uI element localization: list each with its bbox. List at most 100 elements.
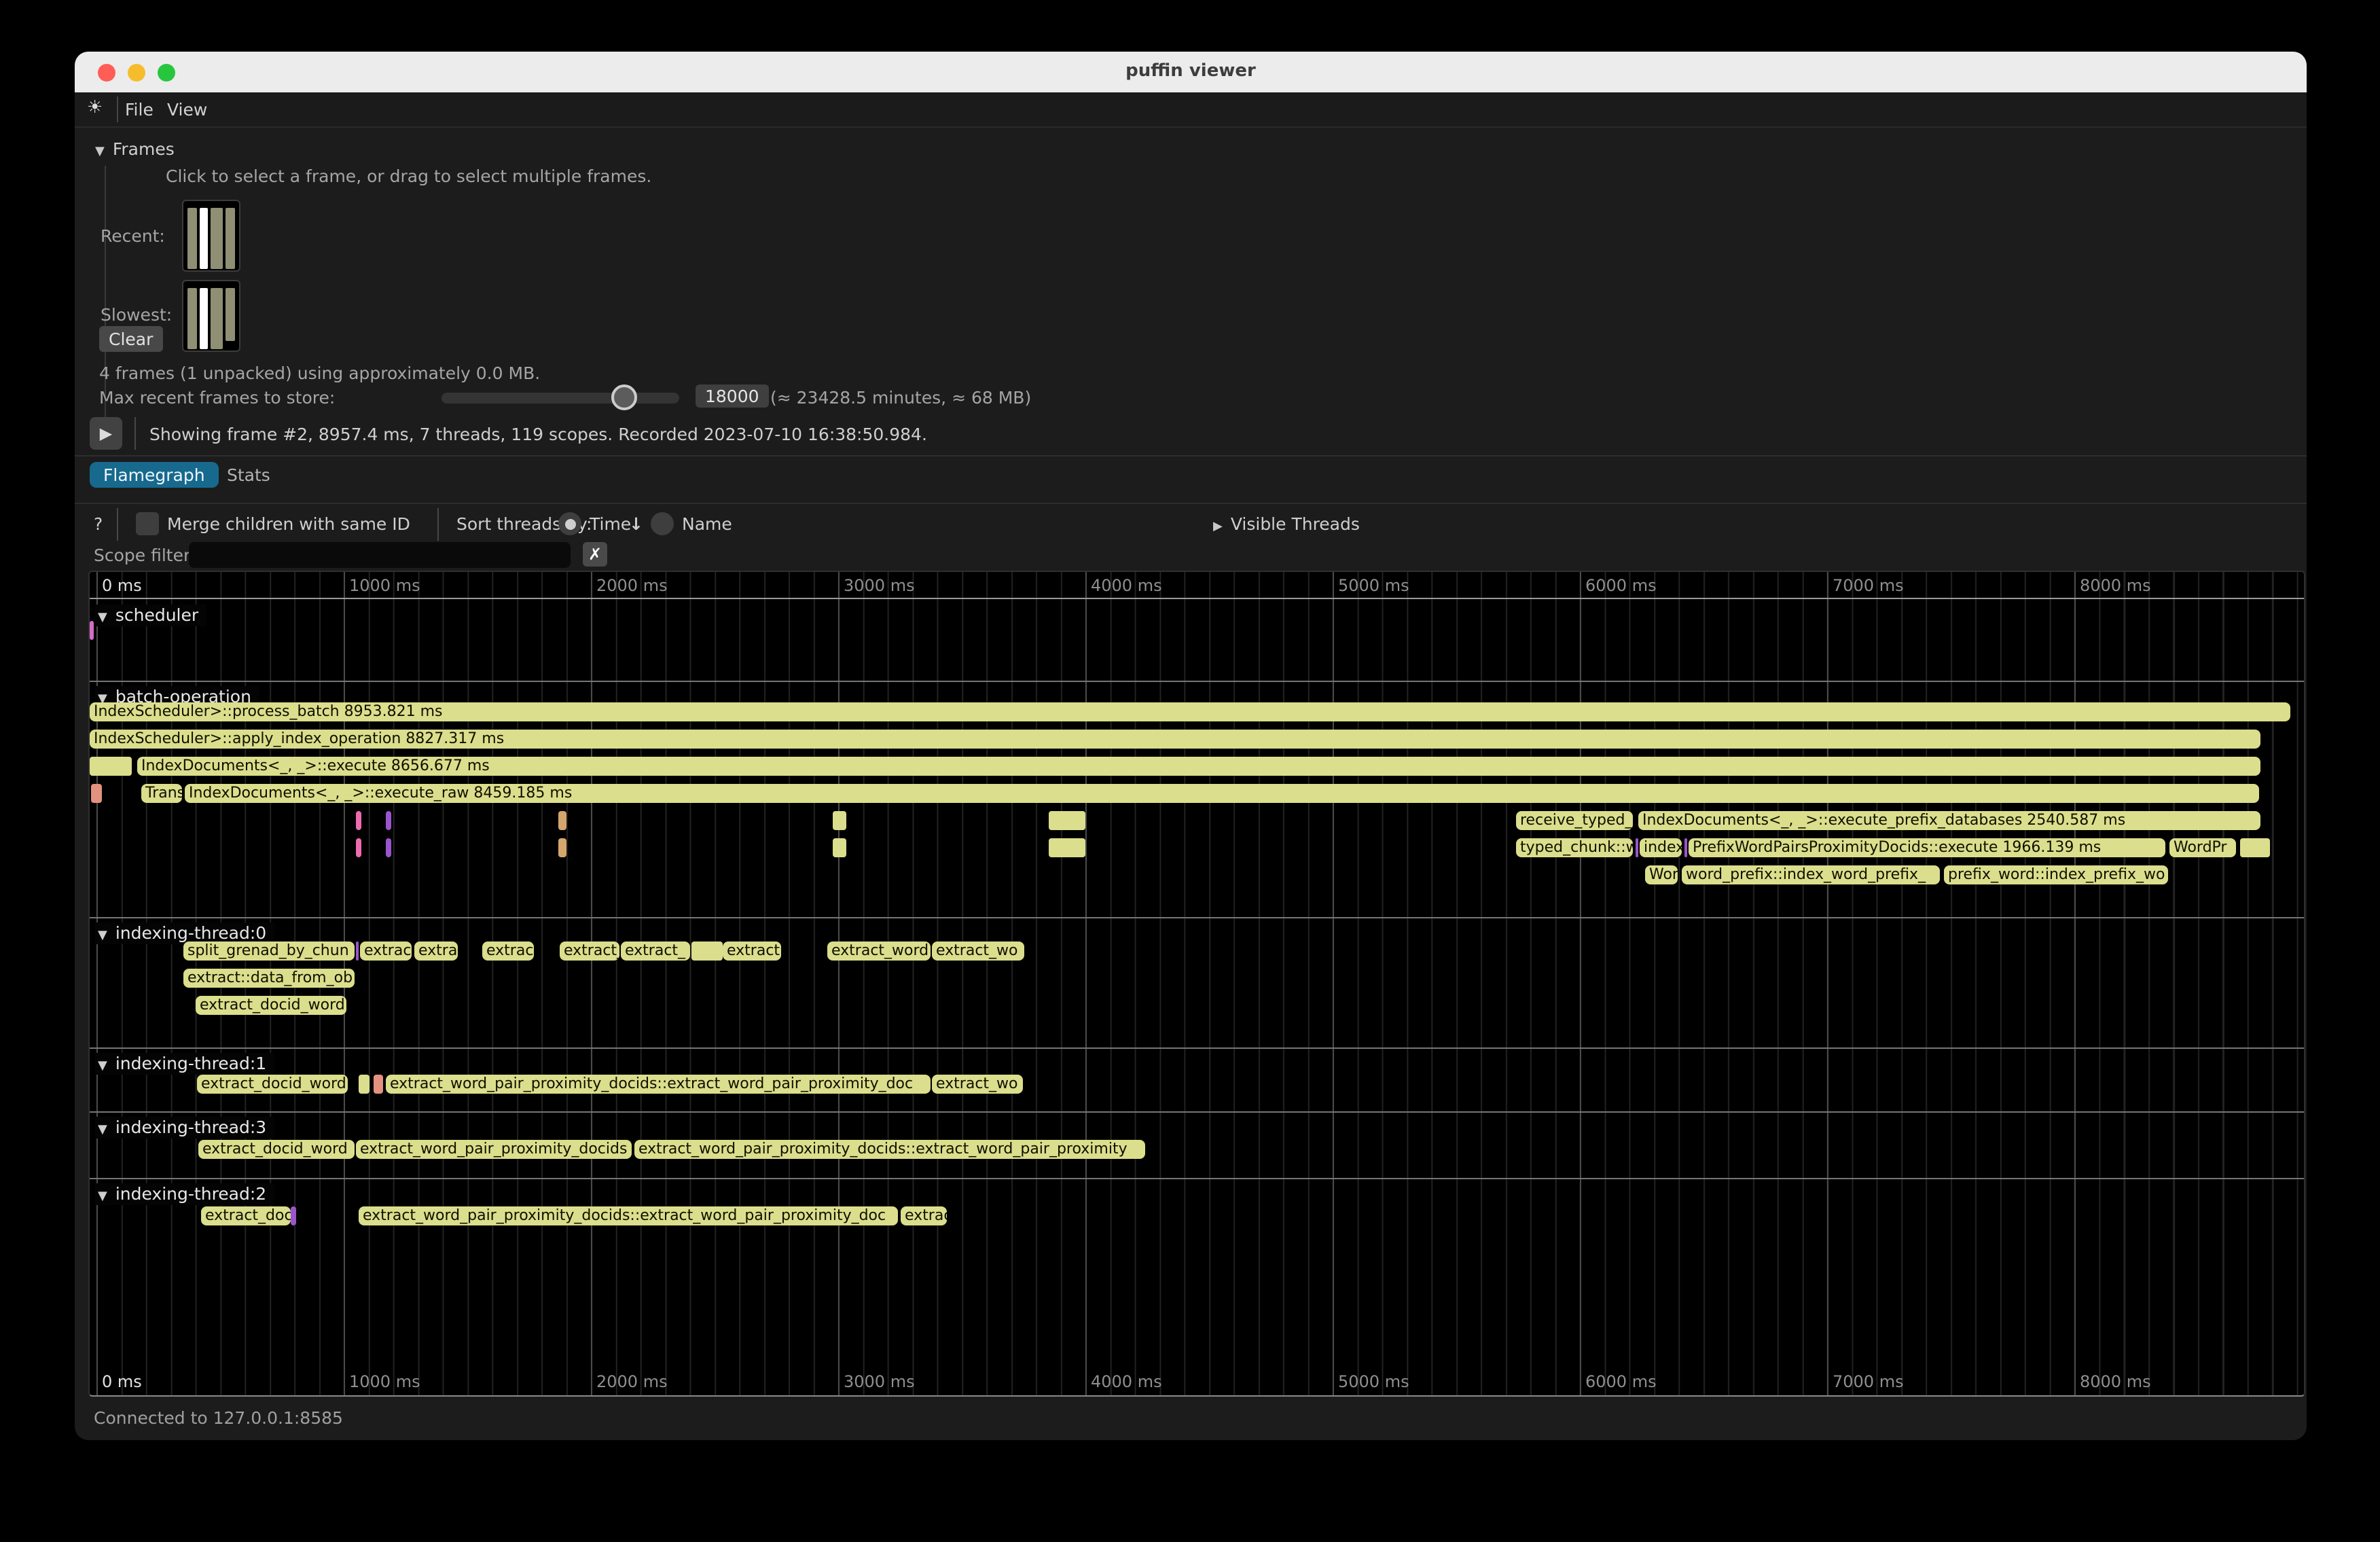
flame-bar[interactable]: extract_ (560, 942, 619, 961)
flame-bar[interactable]: IndexScheduler>::process_batch 8953.821 … (90, 702, 2290, 721)
slowest-frames-thumbnail[interactable] (182, 280, 240, 352)
frames-hint: Click to select a frame, or drag to sele… (166, 166, 651, 186)
max-frames-value[interactable]: 18000 (696, 384, 769, 408)
flame-bar[interactable]: typed_chunk::w (1516, 838, 1633, 857)
sort-name-label[interactable]: Name (682, 514, 732, 534)
flame-bar[interactable]: split_grenad_by_chun (183, 942, 355, 961)
sort-time-radio[interactable] (558, 512, 581, 535)
flame-bar[interactable] (356, 942, 359, 961)
flame-bar[interactable]: extract_docid_word (198, 1140, 355, 1159)
flame-bar[interactable]: extrac (482, 942, 534, 961)
flame-bar[interactable] (90, 621, 94, 640)
max-frames-slider[interactable] (441, 393, 679, 404)
help-button[interactable]: ? (94, 514, 103, 534)
flame-bar[interactable]: extract_word_pair_proximity_docids::extr… (386, 1075, 931, 1094)
flame-bar[interactable]: Trans (141, 784, 182, 803)
flame-bar[interactable]: extract_wo (932, 1075, 1023, 1094)
flame-bar[interactable] (833, 838, 846, 857)
clear-filter-button[interactable]: ✗ (583, 542, 607, 567)
thread-header-indexing-thread:3[interactable]: ▼indexing-thread:3 (95, 1117, 274, 1138)
flame-bar[interactable]: extract_word (827, 942, 931, 961)
flame-bar[interactable] (2240, 838, 2270, 857)
axis-label-bottom: 3000 ms (844, 1372, 915, 1391)
flame-bar[interactable] (374, 1075, 383, 1094)
flame-bar[interactable] (356, 811, 361, 830)
frame-bar[interactable] (226, 208, 235, 269)
flame-bar[interactable]: word_prefix::index_word_prefix_ (1682, 865, 1940, 884)
flame-bar[interactable] (1636, 838, 1638, 857)
merge-children-checkbox[interactable] (136, 512, 159, 535)
frame-bar[interactable] (187, 288, 197, 349)
flame-bar[interactable]: extract_word_pair_proximity_docids::extr… (634, 1140, 1145, 1159)
flame-bar[interactable]: prefix_word::index_prefix_wo (1944, 865, 2168, 884)
scope-filter-input[interactable] (189, 542, 571, 568)
sort-name-radio[interactable] (651, 512, 674, 535)
frame-bar[interactable] (200, 208, 209, 269)
sort-time-label[interactable]: Time (590, 514, 631, 534)
flame-bar[interactable] (558, 838, 566, 857)
flame-bar[interactable] (386, 811, 391, 830)
flame-bar[interactable]: extract_docid_word (196, 996, 346, 1015)
flame-bar[interactable]: IndexScheduler>::apply_index_operation 8… (90, 730, 2260, 749)
play-button[interactable]: ▶ (90, 417, 122, 450)
thread-header-indexing-thread:1[interactable]: ▼indexing-thread:1 (95, 1053, 274, 1075)
flame-bar[interactable]: extract_ (621, 942, 690, 961)
tab-stats[interactable]: Stats (213, 462, 284, 488)
flame-bar[interactable] (386, 838, 391, 857)
flame-bar[interactable] (1049, 838, 1085, 857)
menu-view[interactable]: View (167, 99, 207, 120)
theme-toggle-icon[interactable]: ☀ (87, 98, 103, 118)
frame-bar[interactable] (226, 288, 235, 340)
flame-bar[interactable]: IndexDocuments<_, _>::execute_raw 8459.1… (185, 784, 2259, 803)
flame-bar[interactable] (1049, 811, 1085, 830)
flame-bar[interactable] (359, 1075, 369, 1094)
flame-bar[interactable] (90, 757, 132, 776)
flame-bar[interactable]: extract_word_pair_proximity_docids (356, 1140, 632, 1159)
flame-bar[interactable]: IndexDocuments<_, _>::execute 8656.677 m… (137, 757, 2260, 776)
slider-knob[interactable] (611, 384, 637, 410)
flame-bar[interactable]: extract (360, 942, 412, 961)
flame-bar[interactable] (833, 811, 846, 830)
flamegraph-canvas[interactable]: 0 ms0 ms1000 ms1000 ms2000 ms2000 ms3000… (88, 571, 2305, 1397)
scope-filter-label: Scope filter: (94, 545, 196, 565)
thread-header-indexing-thread:2[interactable]: ▼indexing-thread:2 (95, 1183, 274, 1205)
visible-threads-header[interactable]: ▶Visible Threads (1213, 514, 1360, 534)
axis-label-bottom: 7000 ms (1833, 1372, 1904, 1391)
clear-button[interactable]: Clear (99, 326, 162, 352)
flame-bar[interactable] (558, 811, 566, 830)
flame-bar[interactable] (291, 1206, 296, 1225)
flame-bar[interactable]: WordPr (2169, 838, 2236, 857)
thread-header-scheduler[interactable]: ▼scheduler (95, 605, 206, 626)
flame-bar[interactable]: extract_docid_word (197, 1075, 348, 1094)
frame-bar[interactable] (200, 288, 209, 349)
flame-bar[interactable]: receive_typed_ (1516, 811, 1633, 830)
flame-bar[interactable] (356, 838, 361, 857)
flame-bar[interactable]: Word (1645, 865, 1678, 884)
flame-bar[interactable]: extract::data_from_ob (183, 969, 355, 988)
frame-bar[interactable] (211, 208, 223, 269)
flame-bar[interactable]: index (1640, 838, 1682, 857)
recent-frames-thumbnail[interactable] (182, 200, 240, 272)
flame-bar[interactable]: extrac (901, 1206, 947, 1225)
axis-label-top: 3000 ms (844, 576, 915, 595)
flame-bar[interactable]: extract_doc (201, 1206, 291, 1225)
flame-bar[interactable]: PrefixWordPairsProximityDocids::execute … (1689, 838, 2165, 857)
flame-bar[interactable] (691, 942, 723, 961)
tab-flamegraph[interactable]: Flamegraph (90, 462, 219, 488)
flame-bar[interactable]: extract (723, 942, 781, 961)
flame-bar[interactable]: IndexDocuments<_, _>::execute_prefix_dat… (1638, 811, 2260, 830)
frame-bar[interactable] (187, 208, 197, 269)
flame-bar[interactable] (1684, 838, 1687, 857)
axis-label-top: 4000 ms (1091, 576, 1162, 595)
flame-bar[interactable] (91, 784, 102, 803)
merge-children-label[interactable]: Merge children with same ID (167, 514, 410, 534)
flame-bar[interactable]: extract_wo (932, 942, 1024, 961)
menu-file[interactable]: File (125, 99, 154, 120)
flame-bar[interactable]: extract_word_pair_proximity_docids::extr… (359, 1206, 898, 1225)
frame-bar[interactable] (211, 288, 223, 349)
flame-bar[interactable]: extra (414, 942, 458, 961)
max-frames-estimate: (≈ 23428.5 minutes, ≈ 68 MB) (770, 387, 1031, 408)
axis-label-bottom: 2000 ms (596, 1372, 668, 1391)
showing-frame-text: Showing frame #2, 8957.4 ms, 7 threads, … (149, 424, 927, 444)
frames-section-header[interactable]: ▼Frames (95, 139, 175, 159)
